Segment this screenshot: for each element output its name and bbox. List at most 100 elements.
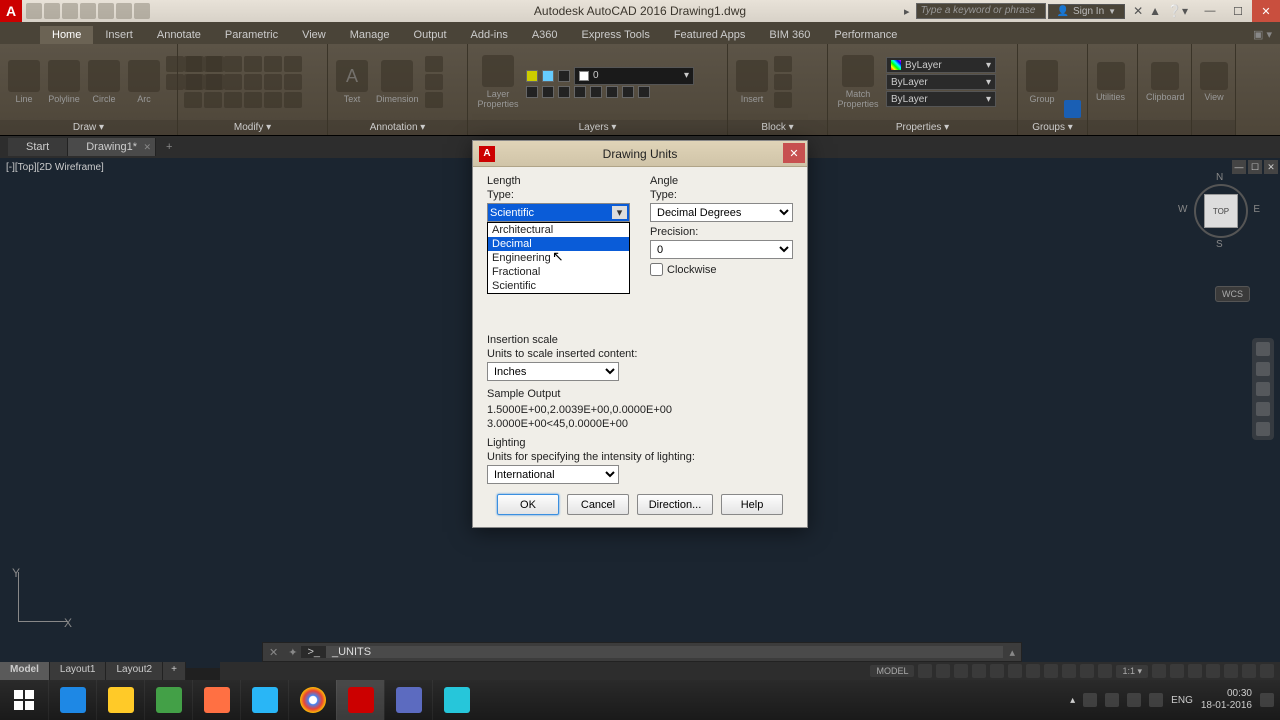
vp-minimize-icon[interactable]: — xyxy=(1232,160,1246,174)
taskbar-store[interactable] xyxy=(144,680,192,720)
qat-saveas-icon[interactable] xyxy=(80,3,96,19)
infocenter-search[interactable]: Type a keyword or phrase xyxy=(916,3,1046,19)
panel-layers[interactable]: Layers ▾ xyxy=(468,120,727,135)
exchange-icon[interactable]: ✕ xyxy=(1133,4,1143,18)
clockwise-checkbox[interactable]: Clockwise xyxy=(650,263,793,276)
viewport-label[interactable]: [-][Top][2D Wireframe] xyxy=(6,162,104,173)
status-polar-icon[interactable] xyxy=(972,664,986,678)
a360-icon[interactable]: ▲ xyxy=(1149,4,1161,18)
cmdline-customize-icon[interactable]: ✦ xyxy=(284,646,301,659)
panel-groups[interactable]: Groups ▾ xyxy=(1018,120,1087,135)
length-option-engineering[interactable]: Engineering xyxy=(488,251,629,265)
wcs-badge[interactable]: WCS xyxy=(1215,286,1250,302)
direction-button[interactable]: Direction... xyxy=(637,494,713,515)
utilities-tool[interactable]: Utilities xyxy=(1094,60,1127,104)
taskbar-app4[interactable] xyxy=(432,680,480,720)
cmdline-history-icon[interactable]: ▴ xyxy=(1003,646,1021,659)
close-button[interactable]: ✕ xyxy=(1252,0,1280,22)
taskbar-ie[interactable] xyxy=(48,680,96,720)
length-option-architectural[interactable]: Architectural xyxy=(488,223,629,237)
insertion-units-select[interactable]: Inches xyxy=(487,362,619,381)
viewbase-tool[interactable]: View xyxy=(1198,60,1230,104)
modify-tools[interactable] xyxy=(184,56,302,108)
status-dyn-icon[interactable] xyxy=(1044,664,1058,678)
tab-a360[interactable]: A360 xyxy=(520,26,570,44)
tray-clock[interactable]: 00:3018-01-2016 xyxy=(1201,688,1252,712)
panel-draw[interactable]: Draw ▾ xyxy=(0,120,177,135)
lineweight-combo[interactable]: ByLayer▾ xyxy=(886,91,996,107)
dimension-tool[interactable]: Dimension xyxy=(374,58,421,106)
cmdline-input[interactable]: _UNITS xyxy=(326,646,1003,658)
angle-type-select[interactable]: Decimal Degrees xyxy=(650,203,793,222)
layer-lock-icon[interactable] xyxy=(558,70,570,82)
close-tab-icon[interactable]: ✕ xyxy=(143,142,151,153)
vp-maximize-icon[interactable]: ☐ xyxy=(1248,160,1262,174)
add-layout-button[interactable]: + xyxy=(163,662,186,680)
group-edit-icon[interactable] xyxy=(1064,100,1081,118)
qat-plot-icon[interactable] xyxy=(98,3,114,19)
panel-modify[interactable]: Modify ▾ xyxy=(178,120,327,135)
layer-bulb-icon[interactable] xyxy=(526,70,538,82)
tab-output[interactable]: Output xyxy=(402,26,459,44)
linetype-combo[interactable]: ByLayer▾ xyxy=(886,74,996,90)
status-scale[interactable]: 1:1 ▾ xyxy=(1116,665,1148,678)
status-lwt-icon[interactable] xyxy=(1062,664,1076,678)
tray-icon-1[interactable] xyxy=(1083,693,1097,707)
cancel-button[interactable]: Cancel xyxy=(567,494,629,515)
tab-model[interactable]: Model xyxy=(0,662,50,680)
new-tab-button[interactable]: + xyxy=(156,138,182,156)
clipboard-tool[interactable]: Clipboard xyxy=(1144,60,1187,104)
status-otrack-icon[interactable] xyxy=(1026,664,1040,678)
panel-block[interactable]: Block ▾ xyxy=(728,120,827,135)
help-button[interactable]: Help xyxy=(721,494,783,515)
status-model[interactable]: MODEL xyxy=(870,665,914,677)
tab-bim360[interactable]: BIM 360 xyxy=(757,26,822,44)
tray-icon-2[interactable] xyxy=(1105,693,1119,707)
tab-home[interactable]: Home xyxy=(40,26,93,44)
tab-layout1[interactable]: Layout1 xyxy=(50,662,107,680)
ok-button[interactable]: OK xyxy=(497,494,559,515)
qat-dropdown-icon[interactable]: ▸ xyxy=(900,5,914,18)
length-option-fractional[interactable]: Fractional xyxy=(488,265,629,279)
nav-showmotion-icon[interactable] xyxy=(1256,422,1270,436)
dialog-close-button[interactable]: ✕ xyxy=(783,143,805,163)
lighting-units-select[interactable]: International xyxy=(487,465,619,484)
taskbar-autocad[interactable] xyxy=(336,680,384,720)
tab-insert[interactable]: Insert xyxy=(93,26,145,44)
status-clean-icon[interactable] xyxy=(1242,664,1256,678)
status-custom-icon[interactable] xyxy=(1260,664,1274,678)
layer-tools-row[interactable] xyxy=(526,86,721,98)
qat-undo-icon[interactable] xyxy=(116,3,132,19)
status-snap-icon[interactable] xyxy=(936,664,950,678)
command-line[interactable]: ✕ ✦ >_ _UNITS ▴ xyxy=(262,642,1022,662)
cmdline-close-icon[interactable]: ✕ xyxy=(263,646,284,659)
layer-properties-tool[interactable]: Layer Properties xyxy=(474,53,522,111)
qat-open-icon[interactable] xyxy=(44,3,60,19)
insert-tool[interactable]: Insert xyxy=(734,58,770,106)
block-extra[interactable] xyxy=(774,56,792,108)
color-combo[interactable]: ByLayer▾ xyxy=(886,57,996,73)
tray-volume-icon[interactable] xyxy=(1149,693,1163,707)
tab-layout2[interactable]: Layout2 xyxy=(106,662,163,680)
arc-tool[interactable]: Arc xyxy=(126,58,162,106)
tab-manage[interactable]: Manage xyxy=(338,26,402,44)
tab-parametric[interactable]: Parametric xyxy=(213,26,290,44)
nav-pan-icon[interactable] xyxy=(1256,362,1270,376)
group-tool[interactable]: Group xyxy=(1024,58,1060,106)
match-properties-tool[interactable]: Match Properties xyxy=(834,53,882,111)
panel-annotation[interactable]: Annotation ▾ xyxy=(328,120,467,135)
signin-button[interactable]: 👤Sign In▼ xyxy=(1048,4,1126,19)
status-3dosnap-icon[interactable] xyxy=(1008,664,1022,678)
status-transparency-icon[interactable] xyxy=(1080,664,1094,678)
start-button[interactable] xyxy=(0,680,48,720)
nav-orbit-icon[interactable] xyxy=(1256,402,1270,416)
panel-properties[interactable]: Properties ▾ xyxy=(828,120,1017,135)
status-isolate-icon[interactable] xyxy=(1206,664,1220,678)
dialog-title-bar[interactable]: A Drawing Units ✕ xyxy=(473,141,807,167)
text-tool[interactable]: AText xyxy=(334,58,370,106)
autocad-logo-icon[interactable]: A xyxy=(0,0,22,22)
tray-notifications-icon[interactable] xyxy=(1260,693,1274,707)
angle-precision-select[interactable]: 0 xyxy=(650,240,793,259)
status-osnap-icon[interactable] xyxy=(990,664,1004,678)
taskbar-chrome[interactable] xyxy=(288,680,336,720)
